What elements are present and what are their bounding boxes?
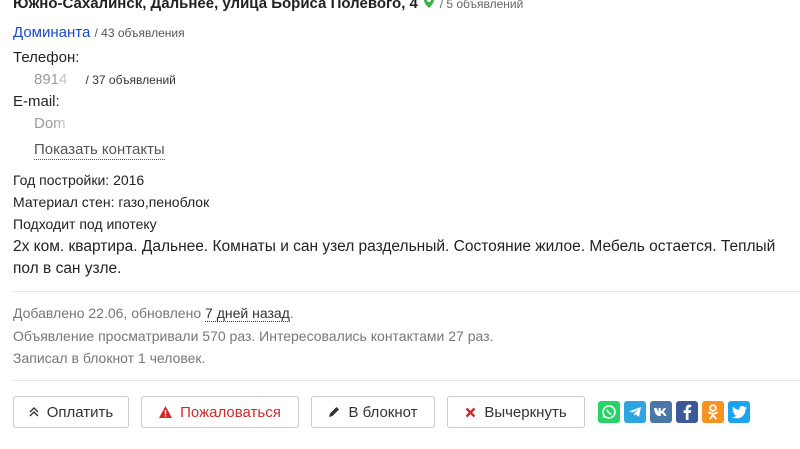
pencil-icon [328,406,340,418]
notepad-label: В блокнот [348,403,418,421]
telegram-icon[interactable] [624,401,646,423]
added-prefix: Добавлено 22.06, обновлено [13,305,206,321]
complain-label: Пожаловаться [180,403,281,421]
odnoklassniki-icon[interactable] [702,401,724,423]
notepad-button[interactable]: В блокнот [311,396,435,428]
email-label: E-mail: [13,93,60,110]
close-icon [465,407,476,418]
chevrons-up-icon [29,407,39,417]
phone-label: Телефон: [13,49,80,66]
agency-row: Доминанта / 43 объявления [13,24,185,41]
email-value: Dom [34,115,66,132]
warning-icon [159,406,173,418]
twitter-icon[interactable] [728,401,750,423]
agency-link[interactable]: Доминанта [13,24,90,41]
complain-button[interactable]: Пожаловаться [141,396,299,428]
phone-row: 8914 / 37 объявлений [34,71,176,88]
facebook-icon[interactable] [676,401,698,423]
views-info: Объявление просматривали 570 раз. Интере… [13,328,494,344]
email-row: Dom [34,115,66,132]
strike-button[interactable]: Вычеркнуть [447,396,585,428]
phone-listing-count: / 37 объявлений [85,73,176,87]
address-listing-count[interactable]: / 5 объявлений [440,0,524,11]
pay-label: Оплатить [46,403,114,421]
mortgage-note: Подходит под ипотеку [13,216,157,232]
whatsapp-icon[interactable] [598,401,620,423]
listing-description: 2х ком. квартира. Дальнее. Комнаты и сан… [13,238,776,277]
map-pin-icon[interactable] [424,0,438,11]
added-suffix: . [289,305,294,321]
divider [13,380,800,381]
phone-value: 8914 [34,71,68,88]
vk-icon[interactable] [650,401,672,423]
notepad-info: Записал в блокнот 1 человек. [13,350,206,366]
year-built: Год постройки: 2016 [13,172,145,188]
address-text: Южно-Сахалинск, Дальнее, улица Бориса По… [13,0,418,12]
divider [13,291,800,292]
wall-material: Материал стен: газо,пеноблок [13,194,210,210]
show-contacts-link[interactable]: Показать контакты [34,141,165,160]
updated-link[interactable]: 7 дней назад [205,305,290,322]
added-info: Добавлено 22.06, обновлено 7 дней назад. [13,305,294,322]
pay-button[interactable]: Оплатить [13,396,129,428]
strike-label: Вычеркнуть [484,403,567,421]
listing-address: Южно-Сахалинск, Дальнее, улица Бориса По… [13,0,523,14]
agency-listing-count: / 43 объявления [94,26,185,40]
